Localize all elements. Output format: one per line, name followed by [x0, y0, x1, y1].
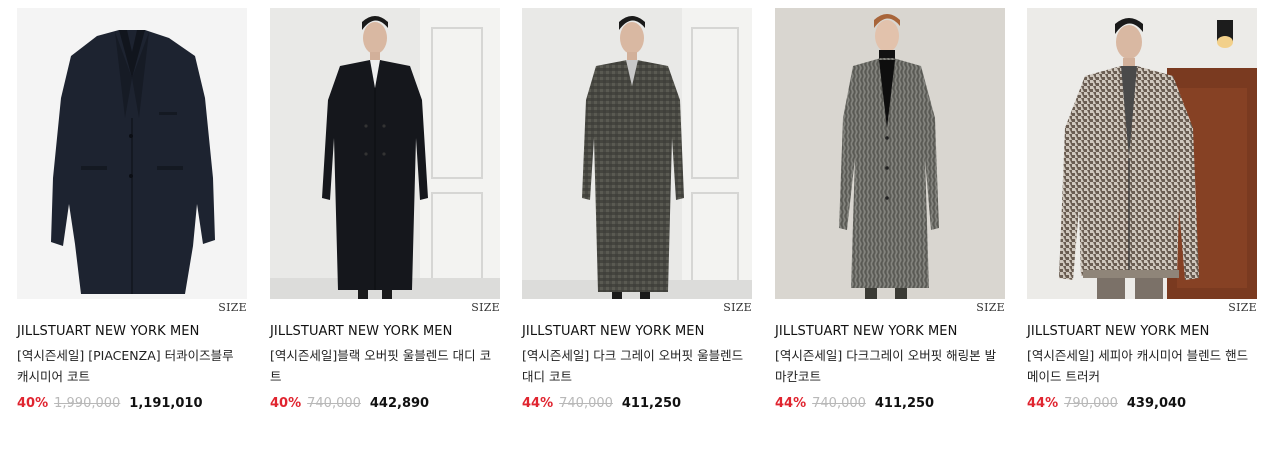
sale-price: 411,250 — [621, 396, 682, 411]
sale-price: 439,040 — [1126, 396, 1187, 411]
brand-name: JILLSTUART NEW YORK MEN — [522, 324, 705, 339]
product-card[interactable]: SIZE JILLSTUART NEW YORK MEN [역시즌세일] 세피아… — [1027, 8, 1257, 412]
size-button[interactable]: SIZE — [17, 301, 247, 315]
product-image[interactable] — [775, 8, 1005, 299]
original-price: 1,990,000 — [54, 396, 121, 411]
price-row: 44% 740,000 411,250 — [522, 395, 752, 412]
product-image[interactable] — [1027, 8, 1257, 299]
brand-name: JILLSTUART NEW YORK MEN — [17, 324, 200, 339]
size-button[interactable]: SIZE — [522, 301, 752, 315]
discount-rate: 40% — [270, 396, 302, 411]
product-card[interactable]: SIZE JILLSTUART NEW YORK MEN [역시즌세일] 다크 … — [522, 8, 752, 412]
discount-rate: 44% — [522, 396, 554, 411]
discount-rate: 40% — [17, 396, 49, 411]
price-row: 44% 790,000 439,040 — [1027, 395, 1257, 412]
original-price: 740,000 — [307, 396, 361, 411]
product-image[interactable] — [270, 8, 500, 299]
discount-rate: 44% — [1027, 396, 1059, 411]
price-row: 40% 1,990,000 1,191,010 — [17, 395, 247, 412]
discount-rate: 44% — [775, 396, 807, 411]
product-image[interactable] — [17, 8, 247, 299]
size-button[interactable]: SIZE — [775, 301, 1005, 315]
size-button[interactable]: SIZE — [1027, 301, 1257, 315]
product-name[interactable]: [역시즌세일]블랙 오버핏 울블렌드 대디 코트 — [270, 345, 500, 387]
product-name[interactable]: [역시즌세일] [PIACENZA] 터콰이즈블루 캐시미어 코트 — [17, 345, 247, 387]
original-price: 790,000 — [1064, 396, 1118, 411]
original-price: 740,000 — [812, 396, 866, 411]
product-image[interactable] — [522, 8, 752, 299]
product-name[interactable]: [역시즌세일] 세피아 캐시미어 블렌드 핸드메이드 트러커 — [1027, 345, 1257, 387]
sale-price: 442,890 — [369, 396, 430, 411]
original-price: 740,000 — [559, 396, 613, 411]
product-card[interactable]: SIZE JILLSTUART NEW YORK MEN [역시즌세일]블랙 오… — [270, 8, 500, 412]
product-card[interactable]: SIZE JILLSTUART NEW YORK MEN [역시즌세일] 다크그… — [775, 8, 1005, 412]
price-row: 40% 740,000 442,890 — [270, 395, 500, 412]
brand-name: JILLSTUART NEW YORK MEN — [270, 324, 453, 339]
sale-price: 411,250 — [874, 396, 935, 411]
product-grid: SIZE JILLSTUART NEW YORK MEN [역시즌세일] [PI… — [0, 0, 1265, 451]
product-name[interactable]: [역시즌세일] 다크그레이 오버핏 해링본 발마칸코트 — [775, 345, 1005, 387]
product-name[interactable]: [역시즌세일] 다크 그레이 오버핏 울블렌드 대디 코트 — [522, 345, 752, 387]
brand-name: JILLSTUART NEW YORK MEN — [775, 324, 958, 339]
price-row: 44% 740,000 411,250 — [775, 395, 1005, 412]
sale-price: 1,191,010 — [129, 396, 203, 411]
product-card[interactable]: SIZE JILLSTUART NEW YORK MEN [역시즌세일] [PI… — [17, 8, 247, 412]
size-button[interactable]: SIZE — [270, 301, 500, 315]
brand-name: JILLSTUART NEW YORK MEN — [1027, 324, 1210, 339]
